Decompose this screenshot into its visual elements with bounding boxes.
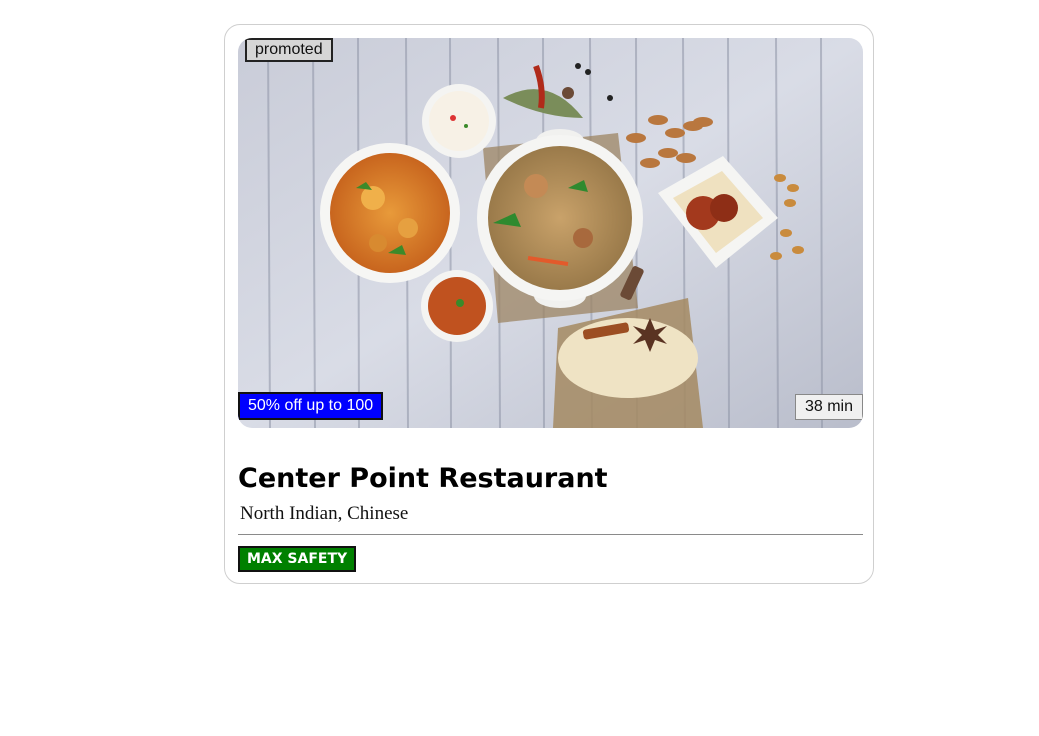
delivery-time-badge: 38 min bbox=[794, 394, 863, 420]
promoted-badge: promoted bbox=[245, 38, 333, 62]
food-photo-icon bbox=[238, 38, 863, 428]
restaurant-photo[interactable]: promoted 50% off up to 100 38 min bbox=[238, 38, 863, 428]
offer-badge: 50% off up to 100 bbox=[238, 392, 384, 420]
restaurant-card[interactable]: promoted 50% off up to 100 38 min Center… bbox=[224, 24, 874, 584]
restaurant-name[interactable]: Center Point Restaurant bbox=[238, 461, 608, 497]
safety-badge: MAX SAFETY bbox=[238, 546, 357, 572]
divider bbox=[238, 534, 863, 535]
cuisine-list: North Indian, Chinese bbox=[240, 503, 409, 524]
